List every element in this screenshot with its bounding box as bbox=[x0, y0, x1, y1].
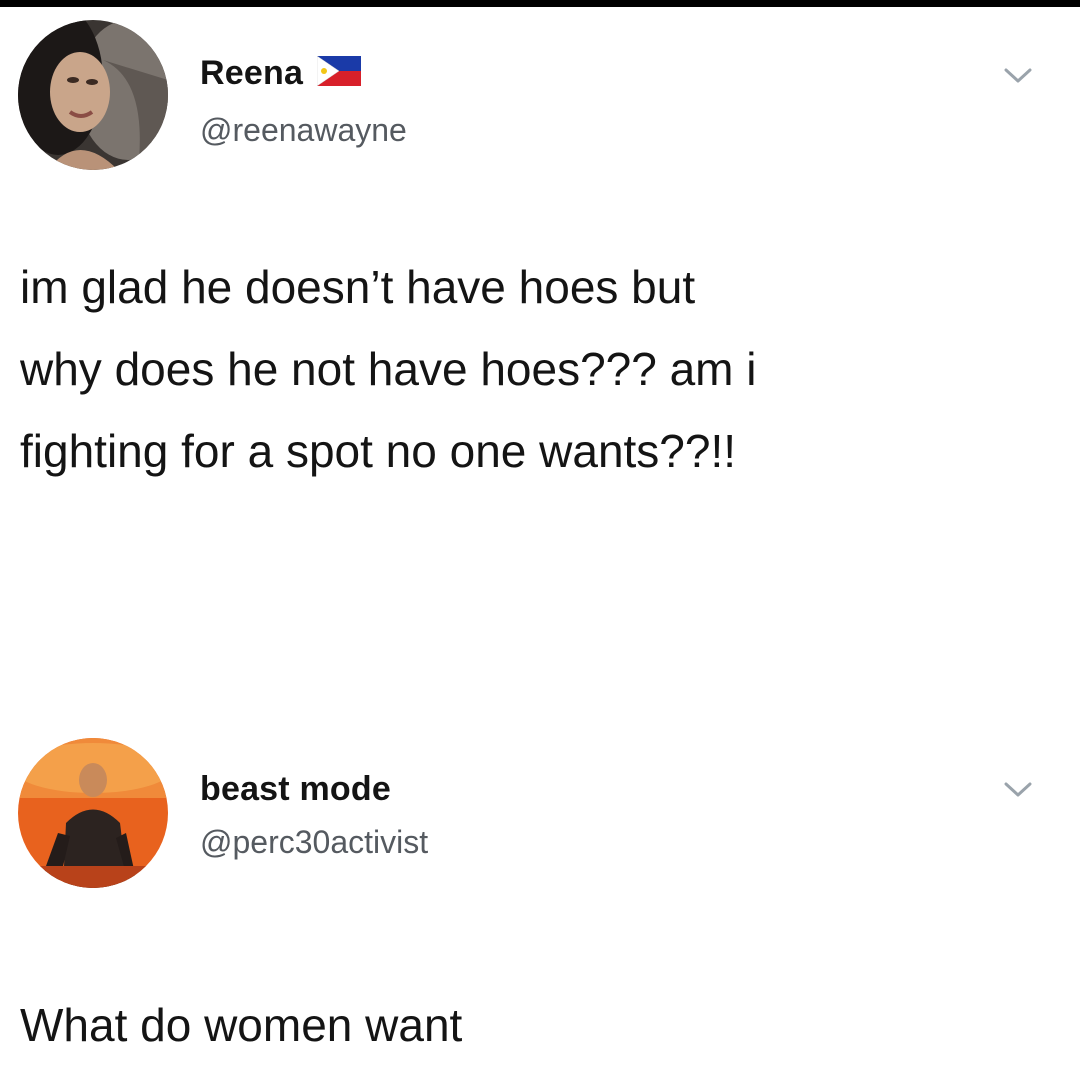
tweet-text: What do women want bbox=[20, 999, 463, 1051]
chevron-down-icon[interactable] bbox=[1000, 64, 1036, 91]
display-name[interactable]: Reena bbox=[200, 54, 303, 93]
username-handle[interactable]: @perc30activist bbox=[200, 824, 428, 861]
name-row: beast mode bbox=[200, 770, 391, 809]
avatar[interactable] bbox=[18, 738, 168, 888]
display-name[interactable]: beast mode bbox=[200, 770, 391, 809]
name-row: Reena bbox=[200, 54, 362, 93]
tweet-text: im glad he doesn’t have hoes but why doe… bbox=[20, 261, 757, 477]
tweet-card: beast mode @perc30activist What do women… bbox=[0, 738, 1080, 1086]
username-handle[interactable]: @reenawayne bbox=[200, 112, 407, 149]
top-border bbox=[0, 0, 1080, 7]
avatar-photo bbox=[18, 20, 168, 170]
tweet-card: Reena @reenawayne im glad he doesn’t hav… bbox=[0, 20, 1080, 580]
avatar-photo bbox=[18, 738, 168, 888]
chevron-down-icon[interactable] bbox=[1000, 778, 1036, 805]
avatar[interactable] bbox=[18, 20, 168, 170]
philippines-flag-icon bbox=[316, 55, 362, 91]
